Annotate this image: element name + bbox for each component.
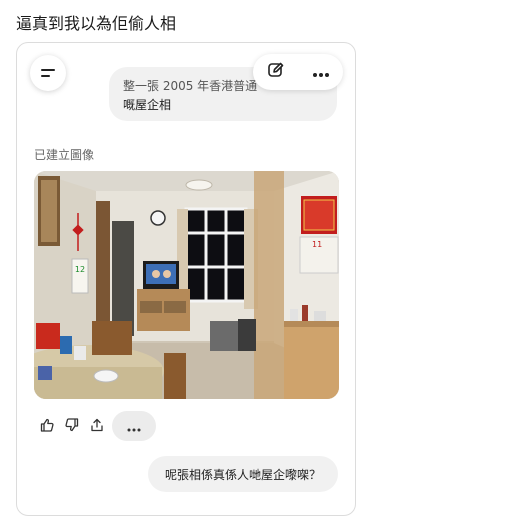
- menu-button[interactable]: [30, 55, 66, 91]
- share-icon: [90, 417, 104, 436]
- image-created-label: 已建立圖像: [34, 148, 95, 162]
- generated-image[interactable]: 12 11: [34, 171, 339, 399]
- more-horizontal-icon: [312, 63, 330, 82]
- more-options-button[interactable]: [298, 54, 343, 90]
- more-horizontal-icon: [127, 417, 141, 436]
- prompt-text-line2: 嘅屋企相: [123, 98, 172, 112]
- message-actions: [34, 411, 156, 441]
- top-actions-pill: [253, 54, 343, 90]
- user-question-bubble: 呢張相係真係人哋屋企嚟㗎？: [148, 456, 338, 492]
- like-button[interactable]: [34, 411, 59, 441]
- post-text: 逼真到我以為佢偷人相: [16, 14, 177, 33]
- right-calendar-month: 11: [312, 240, 322, 249]
- user-question-text: 呢張相係真係人哋屋企嚟㗎？: [164, 467, 321, 482]
- thumbs-up-icon: [40, 417, 54, 436]
- wall-calendar-number: 12: [75, 265, 85, 274]
- edit-icon: [267, 61, 285, 83]
- menu-icon: [40, 64, 56, 83]
- thumbs-down-icon: [64, 417, 79, 436]
- dislike-button[interactable]: [59, 411, 84, 441]
- chat-screenshot: 整一張 2005 年香港普通 嘅屋企相 已建立圖像 12 11 呢張相係真係人哋…: [16, 42, 356, 516]
- edit-button[interactable]: [253, 54, 298, 90]
- more-actions-button[interactable]: [112, 411, 156, 441]
- share-button[interactable]: [84, 411, 109, 441]
